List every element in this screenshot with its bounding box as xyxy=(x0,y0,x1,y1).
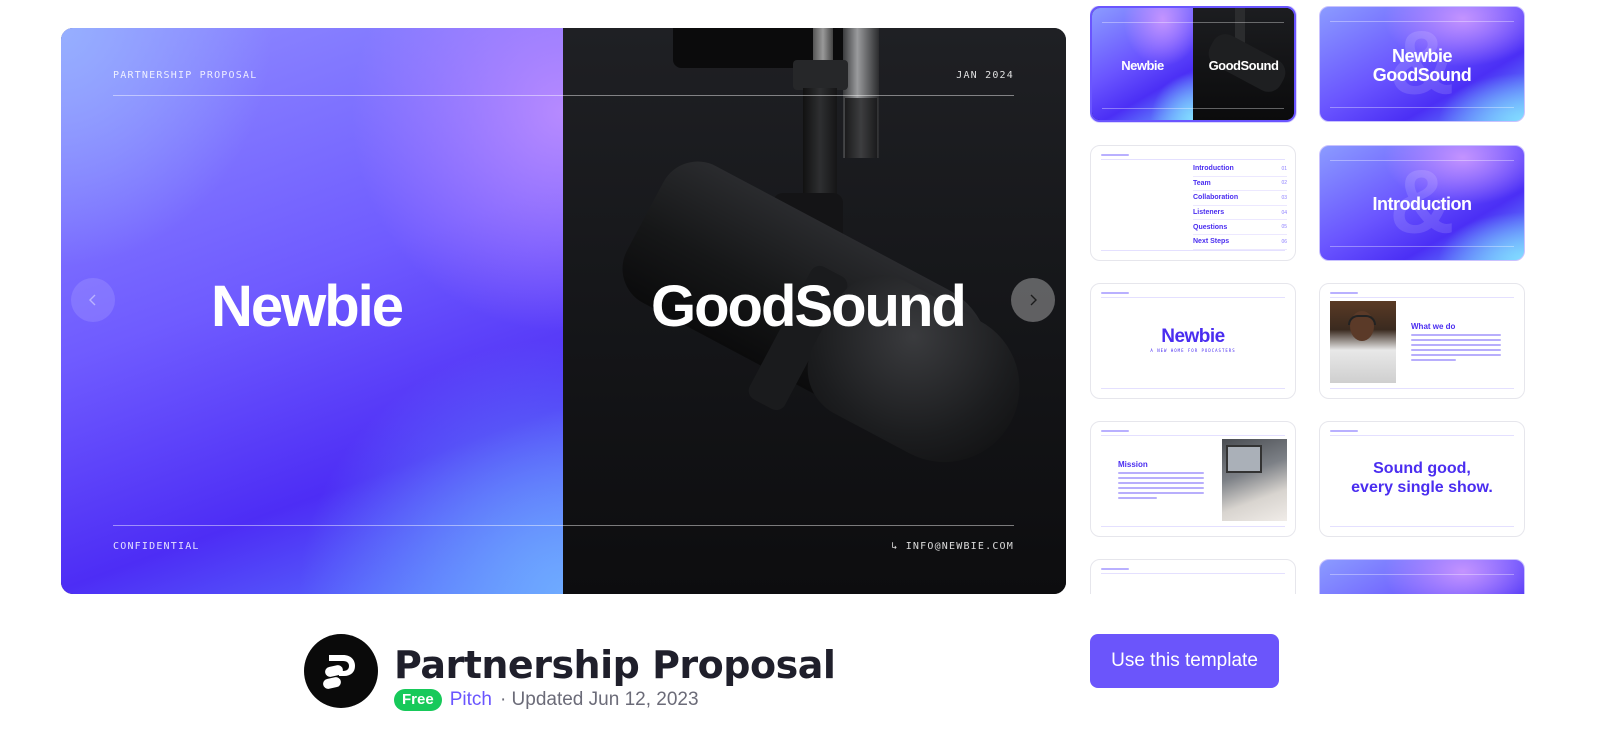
thumb-heading-mission: Mission xyxy=(1118,460,1148,469)
next-slide-button[interactable] xyxy=(1011,278,1055,322)
thumbnail-slide-10[interactable] xyxy=(1319,559,1525,594)
thumb-quote-line1: Sound good, xyxy=(1373,460,1471,477)
chevron-left-icon xyxy=(89,294,96,306)
thumb-title-introduction: Introduction xyxy=(1372,194,1472,214)
thumbnail-slide-8[interactable]: Sound good, every single show. xyxy=(1319,421,1525,537)
thumbnail-slide-6[interactable]: What we do xyxy=(1319,283,1525,399)
slide-bottom-divider xyxy=(113,525,1014,526)
thumb-paragraph xyxy=(1118,472,1204,502)
thumbnail-slide-3[interactable]: Introduction 01 Team 02 Collaboration 03 Li… xyxy=(1090,145,1296,261)
chevron-right-icon xyxy=(1030,294,1037,306)
agenda-list: Introduction 01 Team 02 Collaboration 03 Li… xyxy=(1193,162,1287,250)
thumbnail-slide-9[interactable] xyxy=(1090,559,1296,594)
thumb-title-line1: Newbie xyxy=(1391,46,1453,66)
previous-slide-button[interactable] xyxy=(71,278,115,322)
slide-confidential-label: CONFIDENTIAL xyxy=(113,541,200,552)
thumbnail-slide-5[interactable]: Newbie A NEW HOME FOR PODCASTERS xyxy=(1090,283,1296,399)
slide-top-left-label: PARTNERSHIP PROPOSAL xyxy=(113,70,258,81)
pitch-logo[interactable] xyxy=(304,634,378,708)
thumb-newbie-logo: Newbie xyxy=(1161,326,1225,347)
thumbnail-slide-7[interactable]: Mission xyxy=(1090,421,1296,537)
pitch-logo-icon xyxy=(323,655,355,689)
thumb-quote-line2: every single show. xyxy=(1351,479,1493,496)
template-title: Partnership Proposal xyxy=(394,643,836,687)
thumbnail-slide-4[interactable]: & Introduction xyxy=(1319,145,1525,261)
author-link[interactable]: Pitch xyxy=(450,689,492,711)
slide-preview[interactable]: PARTNERSHIP PROPOSAL JAN 2024 CONFIDENTI… xyxy=(61,28,1066,594)
template-meta: Free Pitch · Updated Jun 12, 2023 xyxy=(394,689,699,711)
thumb-newbie-tagline: A NEW HOME FOR PODCASTERS xyxy=(1150,348,1236,353)
updated-date: · Updated Jun 12, 2023 xyxy=(499,689,699,710)
brand-goodsound: GoodSound xyxy=(651,274,967,339)
podcaster-photo xyxy=(1330,301,1396,383)
thumb-brand-newbie: Newbie xyxy=(1121,58,1164,73)
slide-thumbnail-list[interactable]: Newbie GoodSound & Newbie GoodSound Intr… xyxy=(1090,6,1530,594)
slide-email-label: ↳ INFO@NEWBIE.COM xyxy=(891,541,1014,552)
thumbnail-slide-2[interactable]: & Newbie GoodSound xyxy=(1319,6,1525,122)
agenda-item: Introduction 01 xyxy=(1193,162,1287,177)
thumb-title-line2: GoodSound xyxy=(1372,65,1472,85)
agenda-item: Collaboration 03 xyxy=(1193,191,1287,206)
thumbnail-slide-1[interactable]: Newbie GoodSound xyxy=(1090,6,1296,122)
thumb-brand-goodsound: GoodSound xyxy=(1208,58,1279,73)
thumb-heading-what-we-do: What we do xyxy=(1411,322,1456,331)
brand-newbie: Newbie xyxy=(211,274,404,339)
slide-date-label: JAN 2024 xyxy=(956,70,1014,81)
agenda-item: Team 02 xyxy=(1193,177,1287,192)
slide-top-divider xyxy=(113,95,1014,96)
free-badge: Free xyxy=(394,689,442,711)
studio-photo xyxy=(1222,439,1287,521)
thumb-paragraph xyxy=(1411,334,1501,364)
agenda-item: Questions 05 xyxy=(1193,220,1287,235)
use-template-button[interactable]: Use this template xyxy=(1090,634,1279,688)
agenda-item: Next Steps 06 xyxy=(1193,235,1287,250)
agenda-item: Listeners 04 xyxy=(1193,206,1287,221)
